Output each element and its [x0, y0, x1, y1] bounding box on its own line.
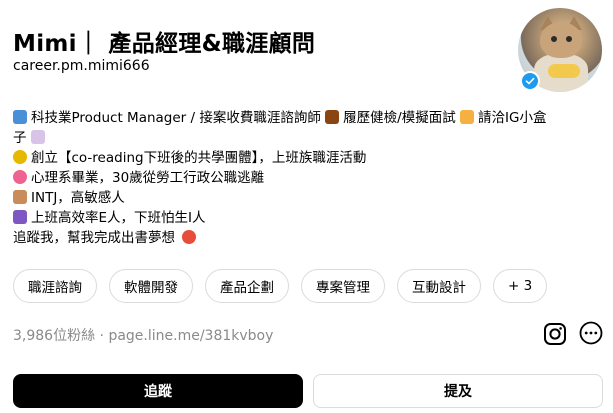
bio-line-text: 心理系畢業，30歲從勞工行政公職逃離: [31, 170, 265, 186]
tag-more[interactable]: + 3: [493, 269, 548, 303]
envelope-emoji-icon: [30, 130, 45, 144]
followers-count[interactable]: 3,986位粉絲: [13, 328, 95, 344]
profile-stats: 3,986位粉絲 · page.line.me/381kvboy: [13, 325, 273, 345]
bio-line: 科技業Product Manager / 接案收費職涯諮詢師 履歷健檢/模擬面試…: [13, 108, 605, 128]
more-options-icon[interactable]: [579, 321, 603, 345]
bio-line-text: 子: [13, 130, 27, 146]
cherry-blossom-emoji-icon: [13, 170, 27, 184]
tag-product-planning[interactable]: 產品企劃: [205, 269, 289, 303]
bio-line-text: 追蹤我，幫我完成出書夢想: [13, 230, 175, 246]
verified-badge-icon: [520, 71, 540, 91]
laptop-emoji-icon: [13, 110, 27, 124]
profile-bio: 科技業Product Manager / 接案收費職涯諮詢師 履歷健檢/模擬面試…: [13, 108, 605, 248]
bio-line: 子: [13, 128, 605, 148]
tag-software-development[interactable]: 軟體開發: [109, 269, 193, 303]
stats-separator: ·: [99, 328, 104, 344]
bio-line: 上班高效率E人，下班怕生I人: [13, 208, 605, 228]
meditation-emoji-icon: [13, 190, 27, 204]
bio-line-text: 上班高效率E人，下班怕生I人: [31, 210, 206, 226]
avatar-cat-head: [540, 22, 582, 58]
bio-line-text: 請洽IG小盒: [478, 110, 547, 126]
robot-emoji-icon: [13, 210, 27, 224]
bio-line-text: INTJ，高敏感人: [31, 190, 125, 206]
bio-line-text: 科技業Product Manager / 接案收費職涯諮詢師: [31, 110, 321, 126]
profile-display-name: Mimi｜ 產品經理&職涯顧問: [13, 31, 316, 57]
pointing-hand-emoji-icon: [460, 110, 475, 124]
bio-line: 心理系畢業，30歲從勞工行政公職逃離: [13, 168, 605, 188]
tag-interaction-design[interactable]: 互動設計: [397, 269, 481, 303]
bio-line: 創立【co-reading下班後的共學團體】，上班族職涯活動: [13, 148, 605, 168]
bio-line: INTJ，高敏感人: [13, 188, 605, 208]
tag-project-management[interactable]: 專案管理: [301, 269, 385, 303]
interest-tags: 職涯諮詢 軟體開發 產品企劃 專案管理 互動設計 + 3: [13, 269, 548, 303]
profile-username: career.pm.mimi666: [13, 58, 150, 74]
avatar-cat-eye-right: [566, 36, 572, 42]
profile-link[interactable]: page.line.me/381kvboy: [108, 328, 273, 344]
avatar-cat-eye-left: [551, 36, 557, 42]
briefcase-emoji-icon: [325, 110, 340, 124]
avatar-cat-sign: [548, 64, 580, 78]
tag-career-consulting[interactable]: 職涯諮詢: [13, 269, 97, 303]
bio-line: 追蹤我，幫我完成出書夢想: [13, 228, 605, 248]
bio-line-text: 創立【co-reading下班後的共學團體】，上班族職涯活動: [31, 150, 367, 166]
mention-button[interactable]: 提及: [313, 374, 603, 408]
heart-face-emoji-icon: [182, 230, 197, 244]
instagram-icon[interactable]: [543, 322, 567, 346]
bio-line-text: 履歷健檢/模擬面試: [343, 110, 456, 126]
sunflower-emoji-icon: [13, 150, 27, 164]
follow-button[interactable]: 追蹤: [13, 374, 303, 408]
